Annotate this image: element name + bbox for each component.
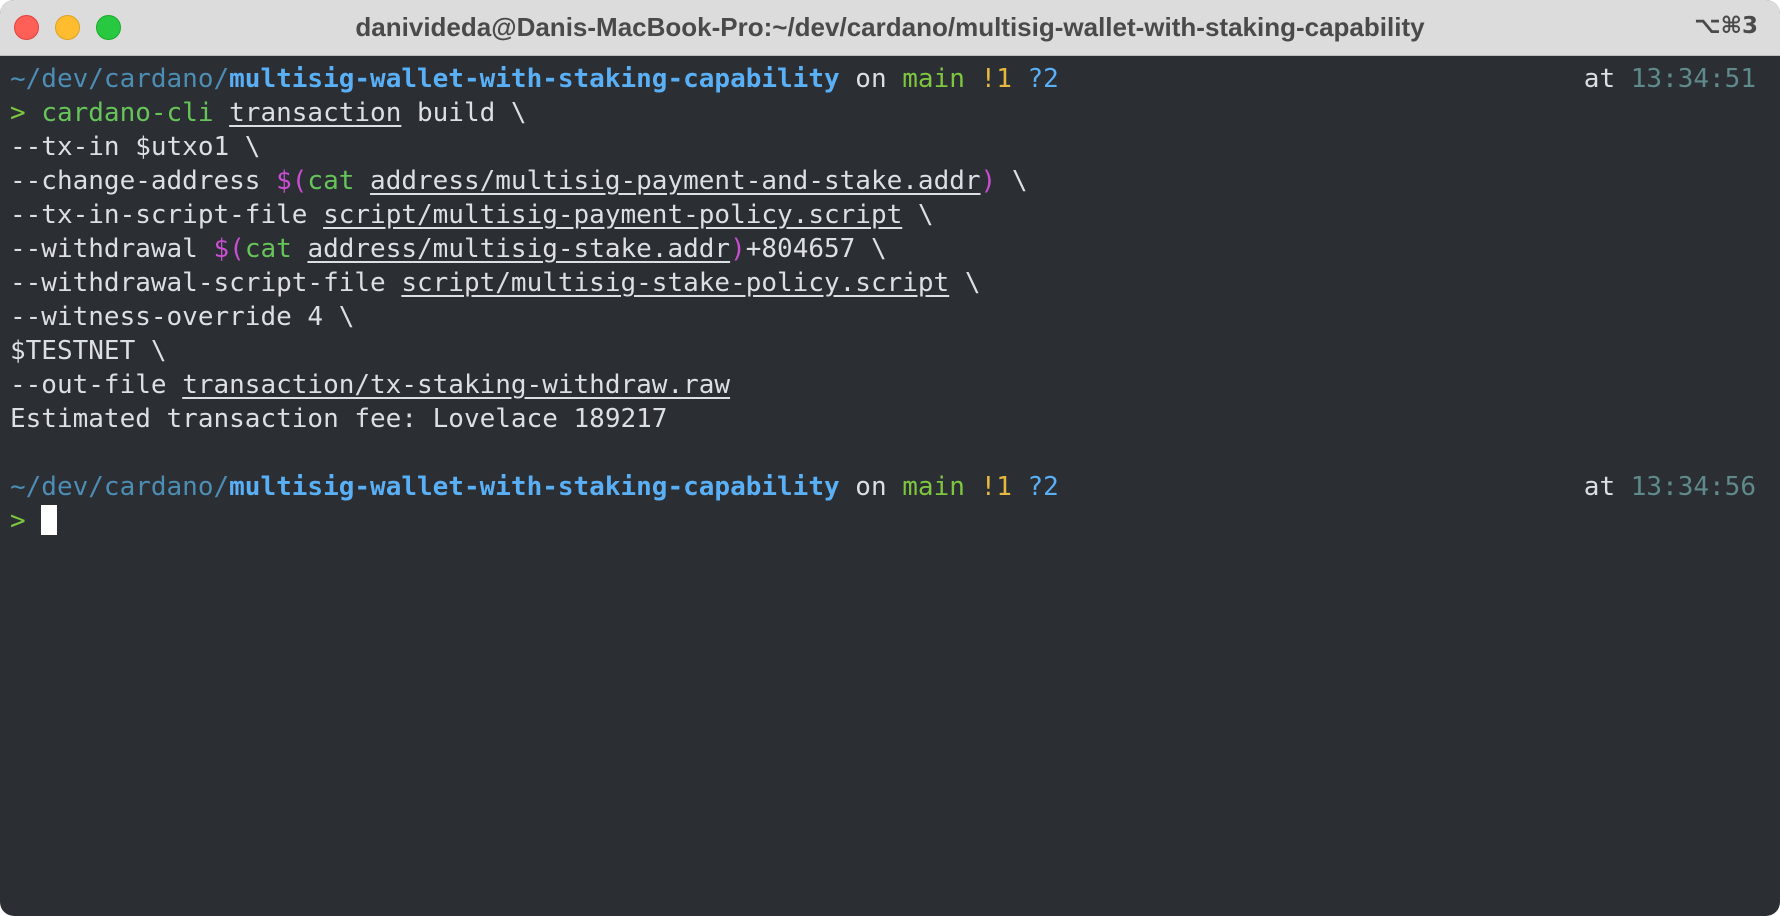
option-tail: \ [902,200,934,230]
prompt-at: at [1583,472,1631,502]
command-line: --withdrawal $(cat address/multisig-stak… [10,232,1756,266]
command-line: --out-file transaction/tx-staking-withdr… [10,368,1756,402]
cat-command: cat [244,234,292,264]
command-line: $TESTNET \ [10,336,167,366]
command-line: --tx-in $utxo1 \ [10,132,261,162]
file-path: address/multisig-stake.addr [307,234,731,264]
command-output: Estimated transaction fee: Lovelace 1892… [10,404,668,434]
prompt-time: 13:34:51 [1630,64,1756,94]
prompt-timestamp: at 13:34:56 [1584,470,1756,504]
git-modified-count: !1 [964,64,1012,94]
file-path: script/multisig-payment-policy.script [323,200,903,230]
prompt-char: > [10,98,42,128]
option-tail: \ [949,268,981,298]
git-branch: main [902,64,965,94]
prompt-time: 13:34:56 [1630,472,1756,502]
text-cursor [41,504,58,535]
prompt-on: on [839,64,903,94]
command-name: cardano-cli [41,98,214,128]
option-text: --withdrawal [10,234,214,264]
terminal-window: danivideda@Danis-MacBook-Pro:~/dev/carda… [0,0,1780,916]
subshell-open: $( [213,234,245,264]
cat-command: cat [307,166,355,196]
prompt-status-line: ~/dev/cardano/multisig-wallet-with-staki… [10,470,1756,504]
file-path: transaction/tx-staking-withdraw.raw [182,370,731,400]
prompt-dir: ~/dev/cardano/ [10,472,230,502]
command-line: --change-address $(cat address/multisig-… [10,164,1756,198]
command-line: --witness-override 4 \ [10,302,355,332]
option-tail: +804657 \ [745,234,887,264]
prompt-dir: ~/dev/cardano/ [10,64,230,94]
input-line[interactable]: > [10,504,1756,538]
prompt-repo: multisig-wallet-with-staking-capability [229,472,840,502]
window-title: danivideda@Danis-MacBook-Pro:~/dev/carda… [355,12,1425,42]
option-text: --change-address [10,166,277,196]
command-subcommand: transaction [229,98,402,128]
command-rest: build \ [401,98,527,128]
file-path: address/multisig-payment-and-stake.addr [370,166,981,196]
option-text: --out-file [10,370,183,400]
git-untracked-count: ?2 [1011,472,1059,502]
terminal-content[interactable]: ~/dev/cardano/multisig-wallet-with-staki… [10,62,1756,538]
file-path: script/multisig-stake-policy.script [401,268,950,298]
subshell-open: $( [276,166,308,196]
command-line: --withdrawal-script-file script/multisig… [10,266,1756,300]
prompt-repo: multisig-wallet-with-staking-capability [229,64,840,94]
option-text: --tx-in-script-file [10,200,324,230]
prompt-at: at [1583,64,1631,94]
title-bar[interactable]: danivideda@Danis-MacBook-Pro:~/dev/carda… [0,0,1780,56]
git-modified-count: !1 [964,472,1012,502]
option-text: --withdrawal-script-file [10,268,402,298]
git-branch: main [902,472,965,502]
command-line: --tx-in-script-file script/multisig-paym… [10,198,1756,232]
subshell-close: ) [730,234,746,264]
command-line: > cardano-cli transaction build \ [10,96,1756,130]
prompt-char: > [10,506,42,536]
prompt-status-line: ~/dev/cardano/multisig-wallet-with-staki… [10,62,1756,96]
git-untracked-count: ?2 [1011,64,1059,94]
window-shortcut: ⌥⌘3 [1694,13,1758,39]
subshell-close: ) [980,166,997,196]
prompt-timestamp: at 13:34:51 [1584,62,1756,96]
prompt-on: on [839,472,903,502]
option-tail: \ [996,166,1028,196]
